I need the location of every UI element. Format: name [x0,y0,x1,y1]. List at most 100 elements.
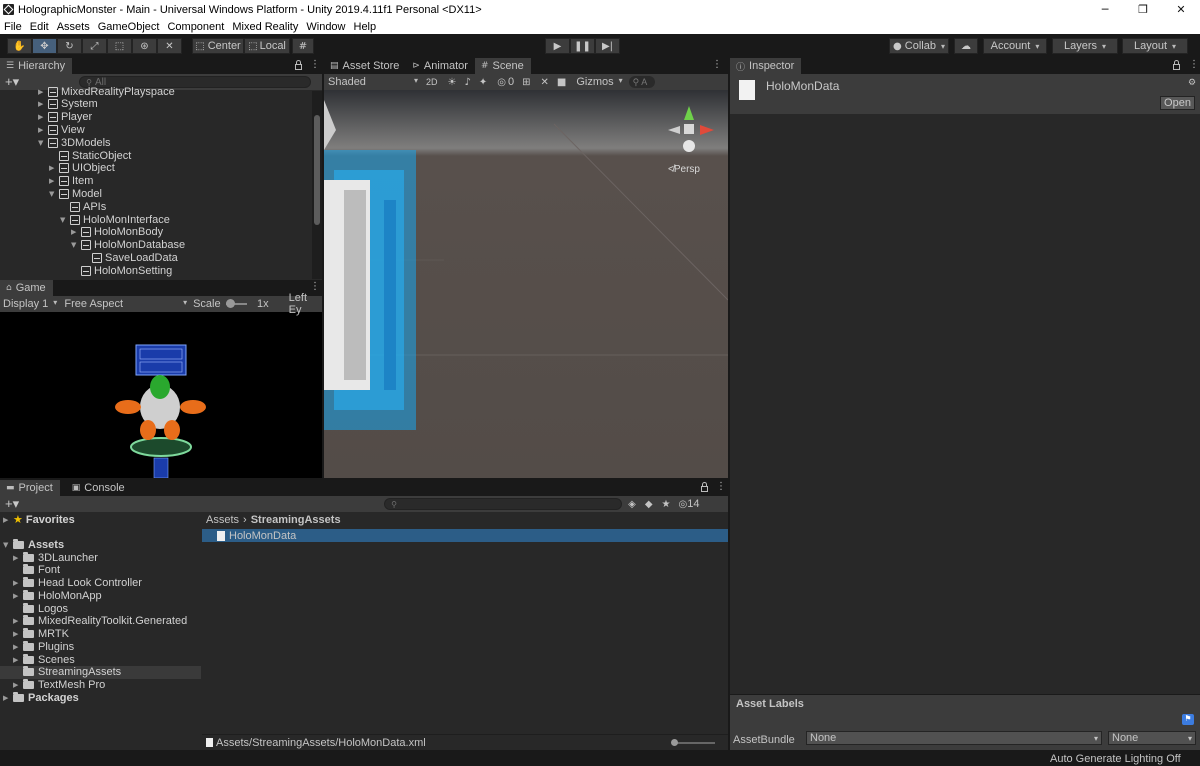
collab-dropdown[interactable]: ● Collab [889,38,949,54]
expand-arrow-icon[interactable]: ▶ [13,554,23,562]
favorite-star-icon[interactable]: ★ [662,499,671,510]
collapse-arrow-icon[interactable]: ▼ [60,216,70,224]
cloud-button[interactable]: ☁ [954,38,978,54]
layout-dropdown[interactable]: Layout [1122,38,1188,54]
hierarchy-item[interactable]: APIs [60,200,106,213]
project-search-input[interactable]: ⚲ [384,498,623,510]
expand-arrow-icon[interactable]: ▶ [49,177,59,185]
project-folder-item[interactable]: ▶ Head Look Controller [13,577,142,590]
hierarchy-item[interactable]: ▶ HoloMonBody [71,226,163,239]
project-folder-item[interactable]: ▶ TextMesh Pro [13,679,105,692]
hierarchy-item[interactable]: SaveLoadData [82,251,178,264]
pause-button[interactable]: ❚❚ [570,38,595,54]
local-toggle[interactable]: ⬚ Local [244,38,290,54]
expand-arrow-icon[interactable]: ▶ [38,88,48,96]
open-button[interactable]: Open [1160,96,1195,110]
account-dropdown[interactable]: Account [983,38,1047,54]
expand-arrow-icon[interactable]: ▶ [13,579,23,587]
minimize-button[interactable]: ─ [1086,0,1124,19]
expand-arrow-icon[interactable]: ▶ [71,228,81,236]
scene-view[interactable]: ≮Persp [324,90,728,478]
hierarchy-item[interactable]: HoloMonSetting [71,264,172,277]
camera-icon[interactable]: ■ [557,77,566,88]
expand-arrow-icon[interactable]: ▶ [13,643,23,651]
hierarchy-item[interactable]: ▼ 3DModels [38,136,111,149]
collapse-arrow-icon[interactable]: ▼ [71,241,81,249]
maximize-button[interactable]: ❐ [1124,0,1162,19]
hierarchy-menu-icon[interactable]: ⋮ [310,59,320,70]
expand-arrow-icon[interactable]: ▶ [13,681,23,689]
settings-gear-icon[interactable]: ⚙ [1188,78,1196,88]
effects-icon[interactable]: ✦ [479,77,487,88]
projection-label[interactable]: ≮Persp [668,164,700,175]
shading-dropdown[interactable]: Shaded [328,76,418,88]
hierarchy-item[interactable]: ▶ MixedRealityPlayspace [38,85,175,98]
assets-root-row[interactable]: ▼ Assets [3,538,64,551]
filter-type-icon[interactable]: ◈ [628,499,636,510]
project-add-icon[interactable]: +▾ [5,496,19,512]
hierarchy-item[interactable]: ▼ HoloMonDatabase [71,239,185,252]
transform-tool-button[interactable]: ⊛ [132,38,157,54]
hierarchy-item[interactable]: ▶ Player [38,111,92,124]
expand-arrow-icon[interactable]: ▶ [38,113,48,121]
menu-file[interactable]: File [0,21,26,33]
expand-arrow-icon[interactable]: ▶ [13,592,23,600]
menu-component[interactable]: Component [163,21,228,33]
hierarchy-item[interactable]: ▶ System [38,98,98,111]
scene-gizmo[interactable] [664,104,714,154]
project-folder-item[interactable]: ▶ HoloMonApp [13,589,102,602]
scene-search-input[interactable]: ⚲ A [628,76,655,88]
menu-assets[interactable]: Assets [53,21,94,33]
hierarchy-item[interactable]: ▶ View [38,123,85,136]
gizmos-dropdown[interactable]: Gizmos [576,76,622,88]
hierarchy-item[interactable]: ▼ Model [49,187,102,200]
hand-tool-button[interactable]: ✋ [7,38,32,54]
layers-dropdown[interactable]: Layers [1052,38,1118,54]
scale-slider-knob[interactable] [225,299,235,308]
collapse-arrow-icon[interactable]: ▼ [38,139,48,147]
menu-help[interactable]: Help [350,21,381,33]
display-dropdown[interactable]: Display 1 [3,298,61,310]
game-view[interactable] [0,312,322,478]
visibility-icon[interactable]: ◎ [497,77,506,88]
audio-icon[interactable]: ♪ [464,77,470,88]
filter-label-icon[interactable]: ◆ [645,499,653,510]
expand-arrow-icon[interactable]: ▶ [38,100,48,108]
tab-animator[interactable]: ⊳ Animator [406,58,475,74]
add-icon[interactable]: +▾ [5,74,19,90]
project-folder-item[interactable]: ▶ MRTK [13,628,69,641]
menu-edit[interactable]: Edit [26,21,53,33]
project-folder-item[interactable]: ▶ Plugins [13,640,74,653]
lock-icon[interactable] [295,60,302,70]
tab-game[interactable]: ⌂ Game [0,280,53,296]
breadcrumb-assets[interactable]: Assets [206,514,239,526]
tab-asset-store[interactable]: ▤ Asset Store [324,58,406,74]
tab-scene[interactable]: # Scene [474,58,531,74]
favorites-row[interactable]: ▶ ★ Favorites [3,513,75,526]
play-button[interactable]: ▶ [545,38,570,54]
project-folder-item[interactable]: Logos [13,602,68,615]
project-menu-icon[interactable]: ⋮ [716,481,726,492]
scale-tool-button[interactable]: ⤢ [82,38,107,54]
scene-menu-icon[interactable]: ⋮ [712,59,722,70]
expand-arrow-icon[interactable]: ▶ [13,656,23,664]
scale-slider[interactable] [225,299,248,308]
expand-arrow-icon[interactable]: ▶ [49,164,59,172]
hierarchy-scrollbar[interactable] [312,91,322,279]
tab-project[interactable]: ▬ Project [0,480,60,496]
project-folder-item[interactable]: Font [13,564,60,577]
expand-arrow-icon[interactable]: ▶ [13,630,23,638]
inspector-menu-icon[interactable]: ⋮ [1189,59,1199,70]
hidden-packages-icon[interactable]: ◎ [679,499,688,510]
tab-hierarchy[interactable]: ☰ Hierarchy [0,58,73,74]
packages-row[interactable]: ▶ Packages [3,691,79,704]
collapse-arrow-icon[interactable]: ▼ [49,190,59,198]
file-row-holomondata[interactable]: HoloMonData [202,529,728,542]
tools-icon[interactable]: ✕ [541,77,549,88]
menu-window[interactable]: Window [302,21,349,33]
expand-arrow-icon[interactable]: ▶ [38,126,48,134]
close-button[interactable]: ✕ [1162,0,1200,19]
project-folder-item[interactable]: ▶ 3DLauncher [13,551,98,564]
center-toggle[interactable]: ⬚ Center [192,38,244,54]
inspector-lock-icon[interactable] [1173,60,1180,70]
